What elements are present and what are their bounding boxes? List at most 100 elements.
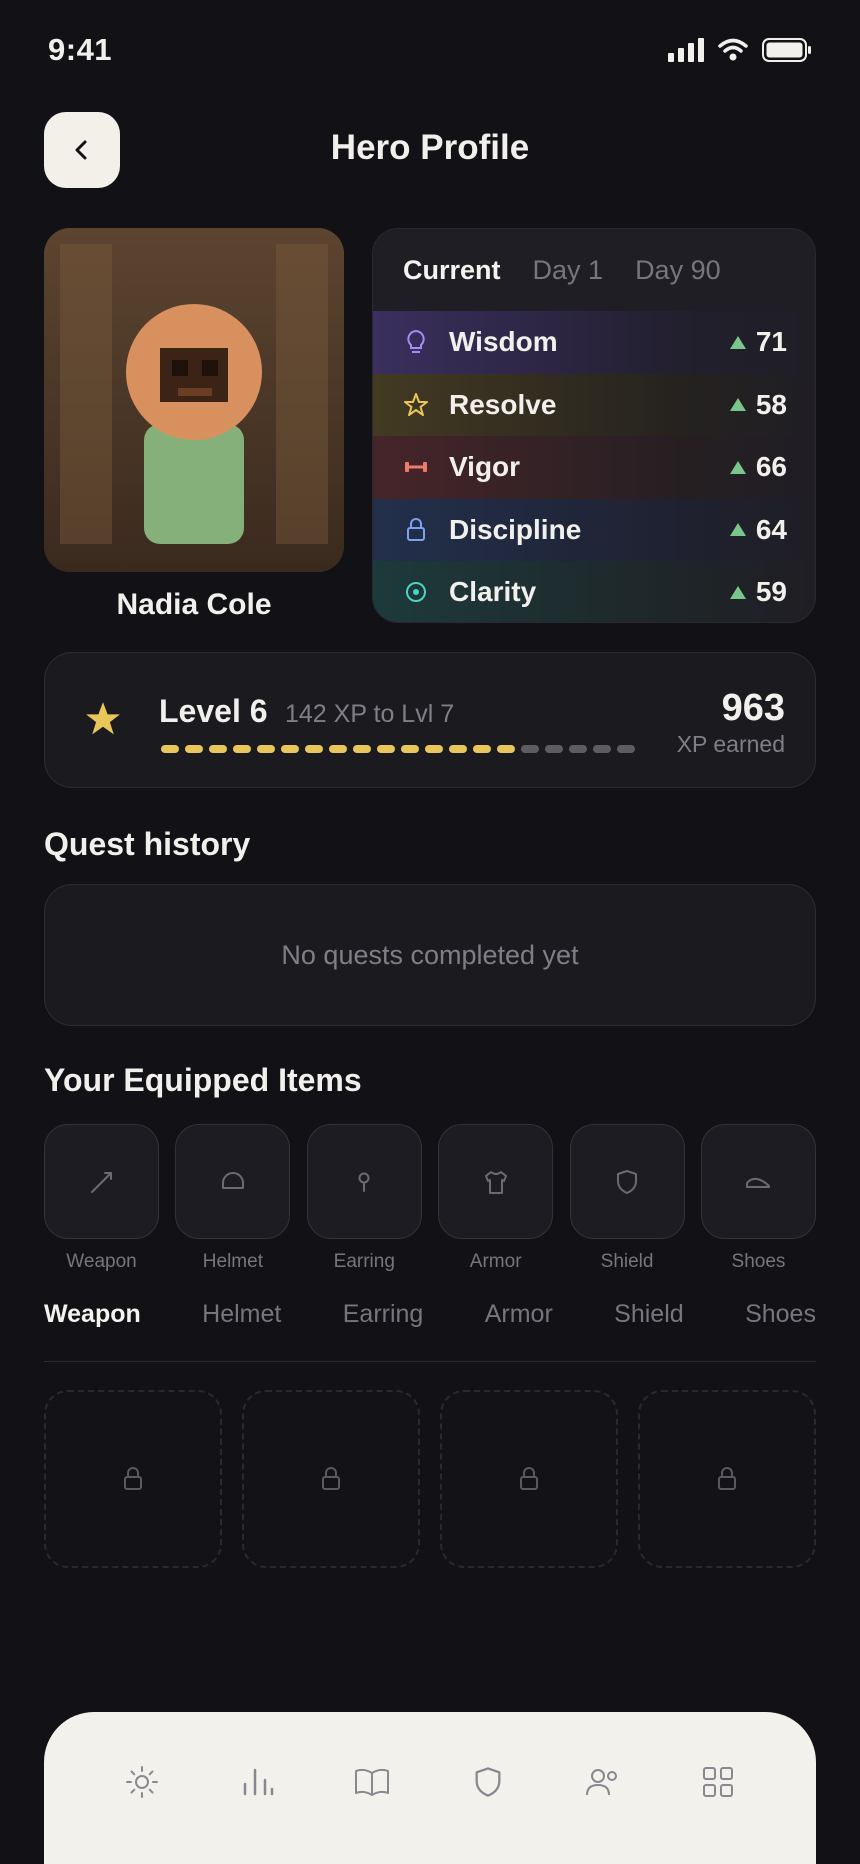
stat-value: 64 (729, 514, 787, 546)
tab-weapon[interactable]: Weapon (44, 1300, 141, 1361)
signal-icon (668, 38, 704, 62)
xp-earned-label: XP earned (676, 731, 785, 757)
slot-label: Armor (469, 1251, 522, 1272)
quest-history-title: Quest history (44, 826, 251, 862)
target-icon (403, 579, 429, 605)
bars-icon (243, 1768, 274, 1796)
locked-item-slot[interactable] (440, 1390, 618, 1568)
nav-people-button[interactable] (583, 1762, 623, 1802)
xp-progress-segment (353, 745, 371, 753)
stat-label: Wisdom (449, 326, 558, 358)
status-time: 9:41 (48, 32, 113, 67)
level-card: Level 6 142 XP to Lvl 7 963 XP earned (44, 652, 816, 788)
xp-progress-segment (209, 745, 227, 753)
helmet-icon (221, 1171, 244, 1189)
star-icon (86, 702, 120, 735)
earring-icon (358, 1172, 370, 1192)
xp-progress-segment (617, 745, 635, 753)
slot-box[interactable] (44, 1124, 159, 1239)
shield-icon (475, 1767, 501, 1797)
lock-icon (124, 1467, 142, 1490)
lightbulb-icon (403, 329, 429, 355)
xp-progress-segment (305, 745, 323, 753)
nav-shield-button[interactable] (468, 1762, 508, 1802)
locked-item-slot[interactable] (242, 1390, 420, 1568)
xp-progress-segment (521, 745, 539, 753)
slot-helmet[interactable]: Helmet (175, 1124, 291, 1273)
slot-earring[interactable]: Earring (306, 1124, 422, 1273)
xp-progress-bar (161, 745, 635, 753)
tab-shield[interactable]: Shield (614, 1300, 684, 1361)
nav-stats-button[interactable] (237, 1762, 277, 1802)
xp-progress-segment (161, 745, 179, 753)
xp-progress-segment (497, 745, 515, 753)
tab-armor[interactable]: Armor (485, 1300, 553, 1361)
stat-value: 58 (729, 389, 787, 421)
locked-item-slot[interactable] (638, 1390, 816, 1568)
stat-row-wisdom: Wisdom 71 (373, 311, 815, 374)
xp-earned-value: 963 (721, 687, 785, 729)
xp-progress-segment (449, 745, 467, 753)
bottom-nav (44, 1712, 816, 1864)
bottom-nav-items (44, 1762, 816, 1802)
tab-current[interactable]: Current (403, 255, 501, 286)
xp-progress-segment (281, 745, 299, 753)
armor-icon (484, 1170, 507, 1194)
stat-label: Vigor (449, 451, 521, 483)
slot-label: Shield (600, 1251, 654, 1272)
xp-progress-segment (401, 745, 419, 753)
stat-label: Resolve (449, 388, 557, 420)
tab-day-1[interactable]: Day 1 (533, 255, 604, 286)
slot-box[interactable] (700, 1124, 816, 1239)
level-title: Level 6 (159, 693, 268, 729)
people-icon (585, 1769, 617, 1796)
shoe-icon (746, 1177, 771, 1188)
slot-box[interactable] (175, 1124, 291, 1239)
nav-grid-button[interactable] (698, 1762, 738, 1802)
slot-box[interactable] (569, 1124, 685, 1239)
xp-progress-segment (185, 745, 203, 753)
slot-shoes[interactable]: Shoes (700, 1124, 816, 1273)
trend-up-icon (729, 335, 746, 349)
slot-shield[interactable]: Shield (569, 1124, 685, 1273)
stat-value: 71 (729, 326, 787, 358)
nav-journal-button[interactable] (352, 1762, 392, 1802)
equipped-items-title: Your Equipped Items (44, 1062, 362, 1098)
xp-progress-segment (545, 745, 563, 753)
slot-label: Helmet (202, 1251, 263, 1272)
trend-up-icon (729, 460, 746, 474)
xp-progress-segment (593, 745, 611, 753)
trend-up-icon (729, 585, 746, 599)
stats-card: Current Day 1 Day 90 Wisdom 71 Resolve 5… (372, 228, 816, 623)
slot-armor[interactable]: Armor (438, 1124, 554, 1273)
nav-sun-button[interactable] (122, 1762, 162, 1802)
equipped-slots: Weapon Helmet Earring Armor Shield Shoes (44, 1124, 816, 1273)
tab-shoes[interactable]: Shoes (745, 1300, 816, 1361)
sun-icon (125, 1766, 158, 1798)
lock-icon (718, 1467, 736, 1490)
tab-earring[interactable]: Earring (343, 1300, 424, 1361)
status-icons (668, 38, 812, 62)
stat-value: 66 (729, 451, 787, 483)
shield-icon (617, 1169, 638, 1194)
star-outline-icon (403, 392, 429, 418)
xp-progress-segment (425, 745, 443, 753)
slot-weapon[interactable]: Weapon (44, 1124, 159, 1273)
status-bar: 9:41 (0, 0, 860, 100)
xp-progress-segment (377, 745, 395, 753)
tab-helmet[interactable]: Helmet (202, 1300, 281, 1361)
grid-icon (703, 1767, 734, 1797)
stat-value: 59 (729, 576, 787, 608)
slot-label: Shoes (731, 1251, 786, 1272)
dumbbell-icon (403, 454, 429, 480)
lock-icon (403, 517, 429, 543)
category-tabs: Weapon Helmet Earring Armor Shield Shoes (44, 1300, 816, 1362)
tab-day-90[interactable]: Day 90 (635, 255, 721, 286)
stat-row-discipline: Discipline 64 (373, 498, 815, 561)
slot-box[interactable] (306, 1124, 422, 1239)
locked-item-slot[interactable] (44, 1390, 222, 1568)
stat-row-resolve: Resolve 58 (373, 373, 815, 436)
slot-box[interactable] (438, 1124, 554, 1239)
sword-icon (90, 1171, 112, 1193)
hero-avatar-image (44, 228, 344, 572)
